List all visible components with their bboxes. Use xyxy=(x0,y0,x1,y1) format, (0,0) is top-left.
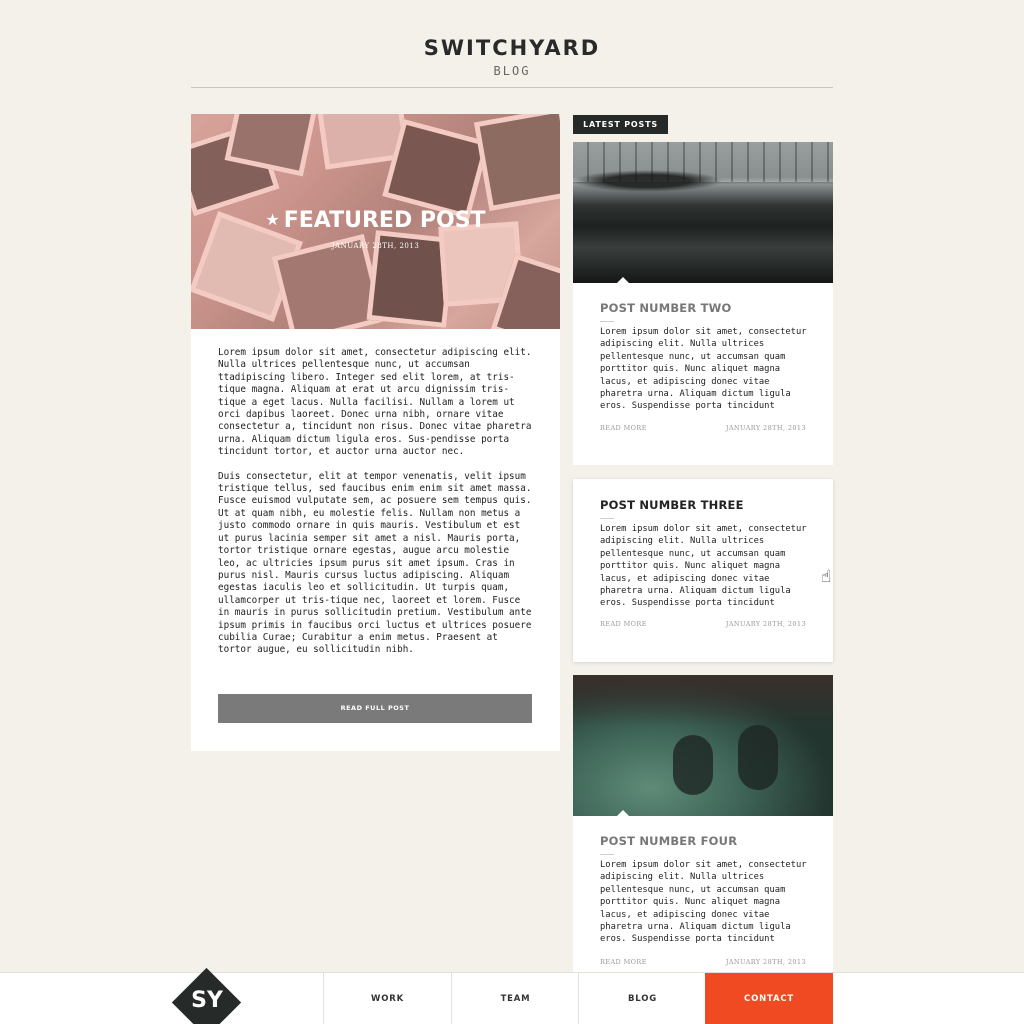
logo-text: SY xyxy=(191,988,223,1013)
hand-cursor-icon: ☝ xyxy=(821,567,832,587)
post-excerpt: Lorem ipsum dolor sit amet, consectetur … xyxy=(600,327,807,412)
nav-item-work[interactable]: WORK xyxy=(323,973,451,1024)
star-icon: ★ xyxy=(265,210,280,229)
silhouettes xyxy=(573,170,723,192)
title-underline xyxy=(600,518,614,519)
post-date: JANUARY 28TH, 2013 xyxy=(725,424,806,432)
featured-body: Lorem ipsum dolor sit amet, consectetur … xyxy=(218,347,536,669)
image-shade xyxy=(573,675,833,725)
reflection-figure xyxy=(738,725,778,790)
site-header: SWITCHYARD BLOG xyxy=(0,0,1024,90)
post-title[interactable]: POST NUMBER THREE xyxy=(600,498,810,512)
post-content: POST NUMBER FOUR Lorem ipsum dolor sit a… xyxy=(600,834,810,946)
post-card[interactable]: POST NUMBER THREE Lorem ipsum dolor sit … xyxy=(573,479,833,662)
post-card[interactable]: POST NUMBER TWO Lorem ipsum dolor sit am… xyxy=(573,142,833,465)
featured-paragraph: Lorem ipsum dolor sit amet, consectetur … xyxy=(218,347,532,458)
post-excerpt: Lorem ipsum dolor sit amet, consectetur … xyxy=(600,524,807,609)
post-date: JANUARY 28TH, 2013 xyxy=(725,958,806,966)
featured-title-text: FEATURED POST xyxy=(283,208,486,233)
post-content: POST NUMBER TWO Lorem ipsum dolor sit am… xyxy=(600,301,810,413)
post-meta: READ MORE JANUARY 28TH, 2013 xyxy=(600,958,806,966)
post-image[interactable] xyxy=(573,142,833,283)
image-notch xyxy=(616,810,630,816)
header-divider xyxy=(191,87,833,88)
nav-item-team[interactable]: TEAM xyxy=(451,973,579,1024)
post-title[interactable]: POST NUMBER TWO xyxy=(600,301,810,315)
post-title[interactable]: POST NUMBER FOUR xyxy=(600,834,810,848)
title-underline xyxy=(600,854,614,855)
nav-item-blog[interactable]: BLOG xyxy=(578,973,706,1024)
nav-item-contact[interactable]: CONTACT xyxy=(705,973,833,1024)
post-meta: READ MORE JANUARY 28TH, 2013 xyxy=(600,424,806,432)
post-content: POST NUMBER THREE Lorem ipsum dolor sit … xyxy=(600,498,810,610)
bottom-navigation: SY WORK TEAM BLOG CONTACT xyxy=(0,967,1024,1024)
site-logo[interactable]: SY xyxy=(171,967,242,1024)
read-more-link[interactable]: READ MORE xyxy=(600,958,647,966)
post-excerpt: Lorem ipsum dolor sit amet, consectetur … xyxy=(600,860,807,945)
read-full-post-button[interactable]: READ FULL POST xyxy=(218,694,532,723)
title-underline xyxy=(600,321,614,322)
post-card[interactable]: POST NUMBER FOUR Lorem ipsum dolor sit a… xyxy=(573,675,833,975)
featured-post-card: ★ FEATURED POST JANUARY 28TH, 2013 Lorem … xyxy=(191,114,560,751)
read-more-link[interactable]: READ MORE xyxy=(600,620,647,628)
read-more-link[interactable]: READ MORE xyxy=(600,424,647,432)
reflection-figure xyxy=(673,735,713,795)
featured-paragraph: Duis consectetur, elit at tempor venenat… xyxy=(218,470,532,656)
featured-title[interactable]: ★ FEATURED POST xyxy=(191,208,560,233)
site-title[interactable]: SWITCHYARD xyxy=(0,36,1024,60)
post-meta: READ MORE JANUARY 28TH, 2013 xyxy=(600,620,806,628)
post-image[interactable] xyxy=(573,675,833,816)
featured-date: JANUARY 28TH, 2013 xyxy=(331,242,420,250)
featured-image[interactable]: ★ FEATURED POST JANUARY 28TH, 2013 xyxy=(191,114,560,329)
latest-posts-label: LATEST POSTS xyxy=(573,115,668,134)
image-notch xyxy=(616,277,630,283)
section-title: BLOG xyxy=(493,64,531,78)
post-date: JANUARY 28TH, 2013 xyxy=(725,620,806,628)
